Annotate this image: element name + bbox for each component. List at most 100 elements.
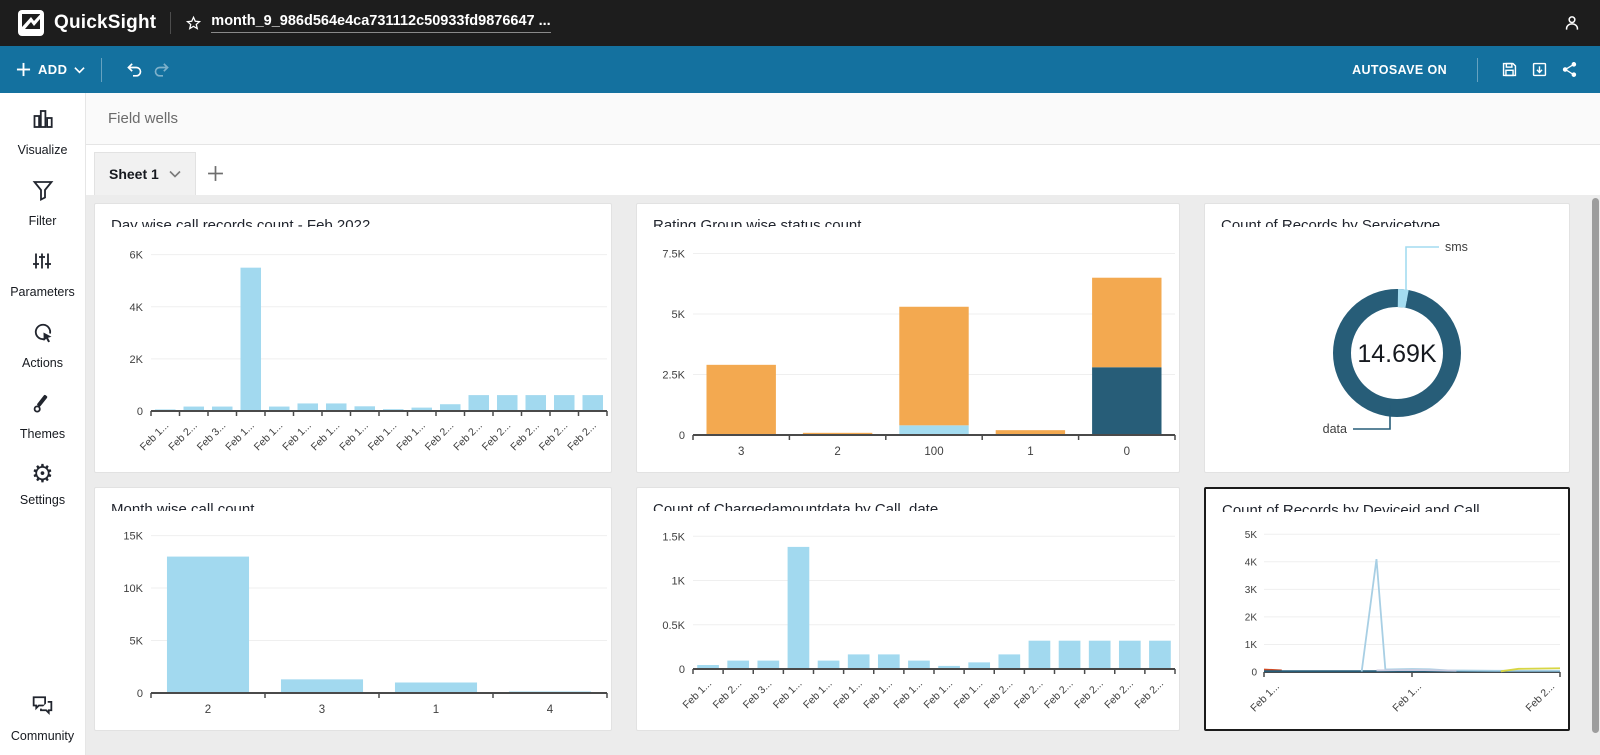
svg-text:10K: 10K xyxy=(123,583,143,595)
left-sidebar: Visualize Filter Parameters Actions Them… xyxy=(0,93,86,755)
sidebar-item-label: Themes xyxy=(19,427,66,441)
svg-text:0: 0 xyxy=(679,664,685,676)
field-wells-bar[interactable]: Field wells xyxy=(86,93,1600,145)
svg-text:Feb 2...: Feb 2... xyxy=(711,678,745,712)
bar-chart-chargedamount[interactable]: 0 0.5K 1K 1.5K Feb 1... Feb 2... Feb 3... Feb 1… xyxy=(637,511,1179,730)
svg-text:5K: 5K xyxy=(130,636,144,648)
add-button-label: ADD xyxy=(38,62,68,77)
sidebar-item-themes[interactable]: Themes xyxy=(20,391,65,441)
svg-text:1K: 1K xyxy=(1245,640,1258,651)
visual-month-wise-call-count[interactable]: Month wise call count 0 5K 10K 15K 2 3 1 4 xyxy=(94,487,612,731)
svg-text:3K: 3K xyxy=(1245,585,1258,596)
sidebar-item-visualize[interactable]: Visualize xyxy=(17,107,68,157)
sidebar-item-actions[interactable]: Actions xyxy=(22,320,63,370)
main-area: Field wells Sheet 1 Day wise call record… xyxy=(86,93,1600,755)
sidebar-item-label: Filter xyxy=(28,214,57,228)
svg-text:0: 0 xyxy=(679,430,685,442)
line-chart-deviceid[interactable]: 0 1K 2K 3K 4K 5K Feb 1... Feb 1... Feb 2... xyxy=(1206,512,1568,729)
svg-text:4: 4 xyxy=(547,704,554,716)
funnel-icon xyxy=(31,178,55,207)
user-account-icon[interactable] xyxy=(1562,13,1582,33)
bar-chart-month-wise[interactable]: 0 5K 10K 15K 2 3 1 4 xyxy=(95,511,611,730)
svg-text:2.5K: 2.5K xyxy=(662,370,685,382)
svg-text:2K: 2K xyxy=(130,354,144,366)
sidebar-item-community[interactable]: Community xyxy=(11,692,74,743)
svg-text:Feb 2...: Feb 2... xyxy=(1072,678,1106,712)
plus-icon xyxy=(16,62,31,77)
toolbar-divider-right xyxy=(1477,57,1478,82)
chat-bubbles-icon xyxy=(30,692,55,722)
svg-text:Feb 1...: Feb 1... xyxy=(366,420,400,454)
svg-text:Feb 1...: Feb 1... xyxy=(831,678,865,712)
svg-text:Feb 1...: Feb 1... xyxy=(394,420,428,454)
dashboard-canvas: Day wise call records count - Feb 2022 0… xyxy=(86,195,1600,755)
visuals-grid: Day wise call records count - Feb 2022 0… xyxy=(94,203,1600,731)
donut-chart-servicetype[interactable]: 14.69K sms data xyxy=(1205,227,1569,472)
svg-text:Feb 2...: Feb 2... xyxy=(480,420,514,454)
plus-icon xyxy=(208,166,224,181)
svg-text:Feb 2...: Feb 2... xyxy=(508,420,542,454)
svg-text:1: 1 xyxy=(433,704,439,716)
save-button[interactable] xyxy=(1494,55,1524,85)
sidebar-item-settings[interactable]: ⚙ Settings xyxy=(20,462,65,508)
svg-text:0: 0 xyxy=(137,688,143,700)
svg-text:3: 3 xyxy=(738,446,744,458)
undo-button[interactable] xyxy=(118,55,148,85)
svg-text:Feb 1...: Feb 1... xyxy=(280,420,314,454)
svg-text:Feb 1...: Feb 1... xyxy=(801,678,835,712)
export-button[interactable] xyxy=(1524,55,1554,85)
svg-text:Feb 2...: Feb 2... xyxy=(166,420,200,454)
svg-text:0: 0 xyxy=(1251,668,1257,679)
svg-text:Feb 2...: Feb 2... xyxy=(1524,681,1558,715)
svg-text:Feb 1...: Feb 1... xyxy=(952,678,986,712)
svg-text:14.69K: 14.69K xyxy=(1357,340,1437,368)
stacked-bar-chart-rating-group[interactable]: 0 2.5K 5K 7.5K 3 2 100 1 0 xyxy=(637,227,1179,472)
field-wells-label: Field wells xyxy=(108,110,179,127)
visual-records-by-deviceid[interactable]: Count of Records by Deviceid and Call_..… xyxy=(1204,487,1570,731)
visual-day-wise-call-records[interactable]: Day wise call records count - Feb 2022 0… xyxy=(94,203,612,473)
sidebar-item-label: Parameters xyxy=(10,285,75,299)
svg-text:Feb 2...: Feb 2... xyxy=(537,420,571,454)
sidebar-item-label: Actions xyxy=(22,356,63,370)
analysis-title[interactable]: month_9_986d564e4ca731112c50933fd9876647… xyxy=(211,13,551,33)
svg-text:Feb 1...: Feb 1... xyxy=(138,420,172,454)
add-button[interactable]: ADD xyxy=(16,62,86,77)
svg-text:1K: 1K xyxy=(672,576,686,588)
svg-text:Feb 3...: Feb 3... xyxy=(741,678,775,712)
sheet-tab-label: Sheet 1 xyxy=(109,166,159,182)
quicksight-logo-icon[interactable] xyxy=(18,10,44,36)
favorite-star-icon[interactable] xyxy=(185,15,202,32)
add-sheet-button[interactable] xyxy=(196,152,236,195)
svg-text:2: 2 xyxy=(834,446,840,458)
tab-sheet-1[interactable]: Sheet 1 xyxy=(94,152,196,195)
svg-text:Feb 1...: Feb 1... xyxy=(252,420,286,454)
svg-text:0: 0 xyxy=(1124,446,1130,458)
visual-title: Count of Records by Deviceid and Call_..… xyxy=(1222,502,1501,512)
chevron-down-icon xyxy=(169,170,181,178)
bar-chart-day-wise[interactable]: 0 2K 4K 6K Feb 1... Feb 2... Feb 3... Feb 1... F… xyxy=(95,227,611,472)
visual-title: Month wise call count xyxy=(111,501,255,511)
visual-title: Count of Records by Servicetype xyxy=(1221,217,1441,227)
svg-text:Feb 2...: Feb 2... xyxy=(423,420,457,454)
svg-text:0: 0 xyxy=(137,406,143,418)
sidebar-item-label: Visualize xyxy=(17,143,68,157)
svg-text:6K: 6K xyxy=(130,250,144,262)
visual-title: Count of Chargedamountdata by Call_date xyxy=(653,501,939,511)
autosave-status[interactable]: AUTOSAVE ON xyxy=(1352,63,1447,77)
svg-text:1.5K: 1.5K xyxy=(662,531,685,543)
sidebar-item-filter[interactable]: Filter xyxy=(28,178,57,228)
svg-text:100: 100 xyxy=(924,446,943,458)
sidebar-item-parameters[interactable]: Parameters xyxy=(10,249,75,299)
redo-button[interactable] xyxy=(148,55,178,85)
svg-text:Feb 1...: Feb 1... xyxy=(1248,681,1282,715)
top-app-bar: QuickSight month_9_986d564e4ca731112c509… xyxy=(0,0,1600,46)
vertical-scrollbar-thumb[interactable] xyxy=(1592,198,1599,733)
chevron-down-icon xyxy=(74,66,86,73)
share-button[interactable] xyxy=(1554,55,1584,85)
svg-text:5K: 5K xyxy=(672,309,686,321)
svg-text:1: 1 xyxy=(1027,446,1033,458)
svg-text:7.5K: 7.5K xyxy=(662,249,685,261)
visual-records-by-servicetype[interactable]: Count of Records by Servicetype 14.69K sm… xyxy=(1204,203,1570,473)
visual-rating-group-status[interactable]: Rating Group wise status count 0 2.5K 5K 7.… xyxy=(636,203,1180,473)
visual-chargedamount-by-call-date[interactable]: Count of Chargedamountdata by Call_date … xyxy=(636,487,1180,731)
